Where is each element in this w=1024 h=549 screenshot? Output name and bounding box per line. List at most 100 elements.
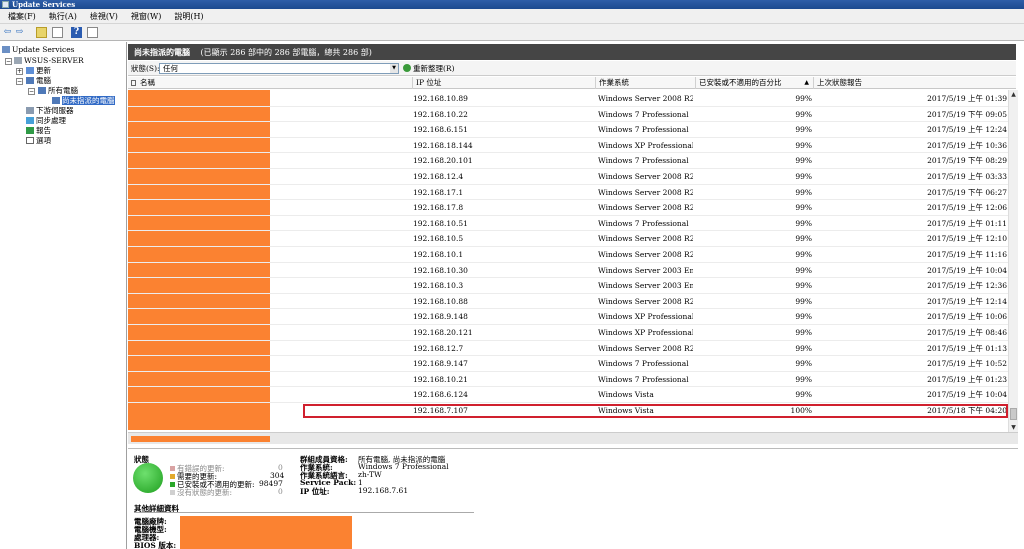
- scroll-up-icon[interactable]: ▲: [1009, 90, 1018, 99]
- ip-cell: 192.168.6.124: [413, 390, 468, 400]
- scroll-down-icon[interactable]: ▼: [1009, 423, 1018, 432]
- last-report-cell: 2017/5/19 上午 03:33: [927, 172, 1007, 181]
- menu-help[interactable]: 說明(H): [174, 11, 203, 22]
- table-row[interactable]: 192.168.17.1 Windows Server 2008 R2 St...…: [128, 185, 1008, 201]
- redacted-details: [180, 516, 352, 549]
- checkbox-icon: [131, 80, 136, 86]
- table-row[interactable]: 192.168.9.147 Windows 7 Professional 99% 20…: [128, 356, 1008, 372]
- table-row[interactable]: 192.168.20.101 Windows 7 Professional 99% 2…: [128, 153, 1008, 169]
- table-row[interactable]: 192.168.18.144 Windows XP Professional 99%…: [128, 138, 1008, 154]
- last-report-cell: 2017/5/19 上午 12:14: [927, 296, 1007, 306]
- percent-cell: 99%: [795, 109, 812, 119]
- vertical-scrollbar[interactable]: ▲ ▼: [1008, 90, 1018, 432]
- column-percent[interactable]: 已安裝或不適用的百分比 ▲: [696, 77, 814, 89]
- column-last-report[interactable]: 上次狀態報告: [814, 77, 1016, 89]
- folder-up-icon[interactable]: [36, 27, 47, 38]
- expand-server-icon[interactable]: −: [5, 58, 12, 65]
- table-row[interactable]: 192.168.10.5 Windows Server 2008 R2 St...…: [128, 231, 1008, 247]
- menu-window[interactable]: 視窗(W): [131, 11, 161, 22]
- last-report-cell: 2017/5/19 上午 12:06: [927, 203, 1007, 213]
- refresh-button[interactable]: 重新整理(R): [403, 63, 455, 74]
- os-cell: Windows Server 2008 R2 St...: [598, 250, 693, 259]
- tree-root[interactable]: Update Services: [2, 45, 75, 55]
- table-row[interactable]: 192.168.6.124 Windows Vista 99% 2017/5/19 上…: [128, 387, 1008, 403]
- column-name[interactable]: 名稱: [128, 77, 413, 89]
- percent-cell: 99%: [795, 140, 812, 150]
- horizontal-scroll-thumb[interactable]: [131, 436, 270, 442]
- tree-unassigned-computers[interactable]: 尚未指派的電腦: [52, 96, 115, 106]
- status-filter-select[interactable]: 任何 ▼: [159, 63, 399, 74]
- table-row[interactable]: 192.168.9.148 Windows XP Professional 99% 2…: [128, 309, 1008, 325]
- table-row[interactable]: 192.168.10.89 Windows Server 2008 R2 St..…: [128, 91, 1008, 107]
- column-os[interactable]: 作業系統: [596, 77, 696, 89]
- expand-all-computers-icon[interactable]: −: [28, 88, 35, 95]
- scroll-thumb[interactable]: [1010, 408, 1017, 420]
- percent-cell: 99%: [795, 296, 812, 306]
- last-report-cell: 2017/5/19 上午 10:04: [927, 390, 1007, 400]
- forward-icon[interactable]: ⇨: [14, 27, 25, 38]
- ip-cell: 192.168.10.30: [413, 265, 468, 275]
- update-services-icon: [2, 46, 10, 53]
- percent-cell: 99%: [795, 203, 812, 213]
- percent-cell: 99%: [795, 172, 812, 181]
- menu-action[interactable]: 執行(A): [49, 11, 77, 22]
- expand-updates-icon[interactable]: +: [16, 68, 23, 75]
- percent-cell: 99%: [795, 281, 812, 291]
- last-report-cell: 2017/5/19 上午 10:06: [927, 312, 1007, 322]
- expand-computers-icon[interactable]: −: [16, 78, 23, 85]
- os-cell: Windows Vista: [598, 390, 654, 400]
- tree-options[interactable]: 選項: [26, 136, 51, 146]
- bios-label: BIOS 版本:: [134, 541, 177, 549]
- back-icon[interactable]: ⇦: [2, 27, 13, 38]
- percent-cell: 99%: [795, 125, 812, 135]
- ip-cell: 192.168.17.1: [413, 187, 464, 197]
- table-row[interactable]: 192.168.20.121 Windows XP Professional 99%…: [128, 325, 1008, 341]
- tree-all-computers[interactable]: 所有電腦: [38, 86, 78, 96]
- percent-cell: 99%: [795, 187, 812, 197]
- table-row[interactable]: 192.168.12.4 Windows Server 2008 R2 St...…: [128, 169, 1008, 185]
- percent-cell: 99%: [795, 359, 812, 369]
- options-icon: [26, 137, 34, 144]
- show-hide-tree-icon[interactable]: [52, 27, 63, 38]
- os-cell: Windows 7 Professional: [598, 125, 689, 135]
- last-report-cell: 2017/5/19 下午 09:05: [927, 109, 1007, 119]
- pane-title: 尚未指派的電腦: [134, 47, 190, 57]
- properties-icon[interactable]: [87, 27, 98, 38]
- menu-view[interactable]: 檢視(V): [90, 11, 118, 22]
- table-row[interactable]: 192.168.10.3 Windows Server 2003 Enter...…: [128, 278, 1008, 294]
- highlight-box: [303, 404, 1008, 418]
- table-row[interactable]: 192.168.6.151 Windows 7 Professional 99% 20…: [128, 122, 1008, 138]
- table-row[interactable]: 192.168.10.1 Windows Server 2008 R2 St...…: [128, 247, 1008, 263]
- os-cell: Windows Server 2008 R2 St...: [598, 296, 693, 306]
- tree-updates[interactable]: 更新: [26, 66, 51, 76]
- sync-icon: [26, 117, 34, 124]
- tree-synchronizations[interactable]: 同步處理: [26, 116, 66, 126]
- tree-reports[interactable]: 報告: [26, 126, 51, 136]
- table-row[interactable]: 192.168.10.88 Windows Server 2008 R2 St..…: [128, 294, 1008, 310]
- status-no-status: 沒有狀態的更新:: [170, 487, 232, 498]
- percent-cell: 99%: [795, 343, 812, 353]
- table-row[interactable]: 192.168.17.8 Windows Server 2008 R2 St...…: [128, 200, 1008, 216]
- table-row[interactable]: 192.168.10.21 Windows 7 Professional 99% 20…: [128, 372, 1008, 388]
- last-report-cell: 2017/5/19 上午 01:39: [927, 94, 1007, 103]
- tree-computers[interactable]: 電腦: [26, 76, 51, 86]
- table-row[interactable]: 192.168.10.51 Windows 7 Professional 99% 20…: [128, 216, 1008, 232]
- os-cell: Windows Server 2003 Enter...: [598, 281, 693, 291]
- tree-downstream-servers[interactable]: 下游伺服器: [26, 106, 74, 116]
- chevron-down-icon[interactable]: ▼: [390, 64, 398, 73]
- percent-cell: 99%: [795, 234, 812, 244]
- column-ip[interactable]: IP 位址: [413, 77, 596, 89]
- table-row[interactable]: 192.168.10.22 Windows 7 Professional 99% 20…: [128, 107, 1008, 123]
- last-report-cell: 2017/5/19 上午 01:23: [927, 374, 1007, 384]
- ip-cell: 192.168.17.8: [413, 203, 464, 213]
- percent-cell: 99%: [795, 218, 812, 228]
- details-pane: 狀態 有錯誤的更新: 0 需要的更新: 304 已安裝或不適用的更新: 9849…: [128, 448, 1018, 549]
- percent-cell: 99%: [795, 94, 812, 103]
- horizontal-scrollbar[interactable]: [128, 432, 1018, 444]
- tree-server[interactable]: WSUS-SERVER: [14, 56, 84, 66]
- help-icon[interactable]: ?: [71, 27, 82, 38]
- table-row[interactable]: 192.168.10.30 Windows Server 2003 Enter..…: [128, 263, 1008, 279]
- computer-group-icon: [38, 87, 46, 94]
- table-row[interactable]: 192.168.12.7 Windows Server 2008 R2 St...…: [128, 341, 1008, 357]
- menu-file[interactable]: 檔案(F): [8, 11, 36, 22]
